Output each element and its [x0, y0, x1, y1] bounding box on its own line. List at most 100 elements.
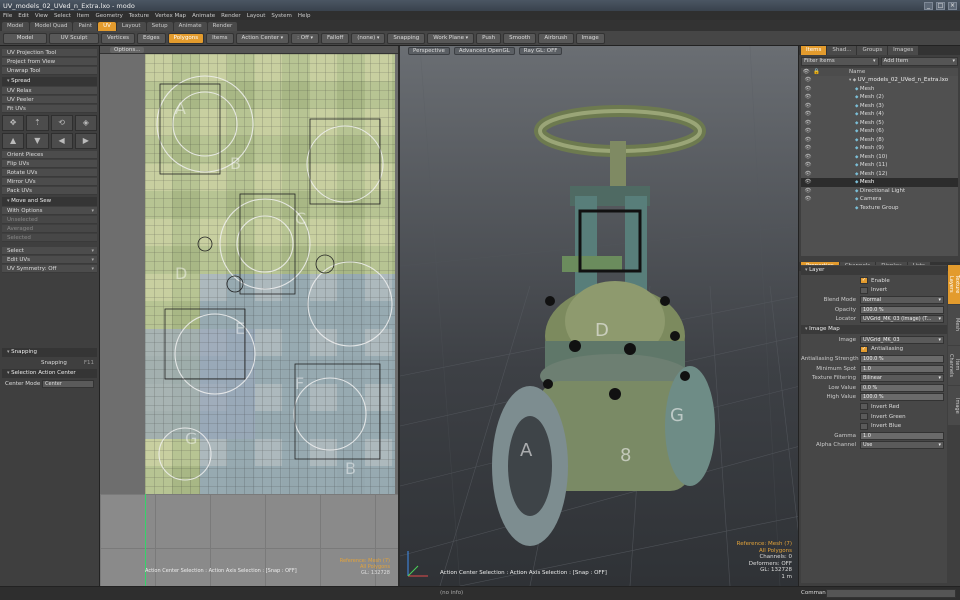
- tab-render[interactable]: Render: [207, 22, 238, 31]
- menu-layout[interactable]: Layout: [247, 13, 266, 19]
- list-item[interactable]: 👁Mesh (3): [801, 102, 958, 111]
- arrow-up-icon[interactable]: ▲: [2, 133, 25, 149]
- pack-uvs[interactable]: Pack UVs: [2, 187, 97, 195]
- invert-red-checkbox[interactable]: [860, 403, 868, 411]
- list-item[interactable]: 👁Mesh (10): [801, 153, 958, 162]
- action-center-mode[interactable]: : Off: [291, 32, 319, 44]
- side-tab-mesh[interactable]: Mesh: [948, 305, 960, 345]
- push-button[interactable]: Push: [476, 32, 502, 44]
- tab-uv[interactable]: UV: [98, 22, 116, 31]
- menu-vertex-map[interactable]: Vertex Map: [155, 13, 186, 19]
- snapping-row[interactable]: Snapping F11: [2, 358, 97, 367]
- perspective-dropdown[interactable]: Perspective: [408, 46, 450, 55]
- side-tab-image[interactable]: Image: [948, 385, 960, 425]
- list-item[interactable]: Texture Group: [801, 204, 958, 213]
- gamma-field[interactable]: 1.0: [860, 431, 944, 440]
- airbrush-button[interactable]: Airbrush: [538, 32, 574, 44]
- work-plane-dropdown[interactable]: Work Plane: [427, 32, 475, 44]
- name-column-header[interactable]: Name: [849, 68, 865, 76]
- side-tab-texture-layers[interactable]: Texture Layers: [948, 265, 960, 305]
- image-button[interactable]: Image: [575, 32, 605, 44]
- layer-section-header[interactable]: Layer: [801, 266, 947, 275]
- move-and-sew-header[interactable]: Move and Sew: [2, 197, 97, 206]
- snapping-button[interactable]: Snapping: [387, 32, 426, 44]
- list-item[interactable]: 👁Mesh (4): [801, 110, 958, 119]
- valve-model[interactable]: D A G 8: [492, 105, 715, 546]
- tab-animate[interactable]: Animate: [173, 22, 207, 31]
- alpha-channel-dropdown[interactable]: Use: [860, 441, 944, 450]
- uv-relax[interactable]: UV Relax: [2, 87, 97, 95]
- rotate-uv-icon[interactable]: ⟲: [50, 115, 73, 131]
- edit-uvs-dropdown[interactable]: Edit UVs: [2, 256, 97, 264]
- blend-mode-dropdown[interactable]: Normal: [860, 295, 944, 304]
- tab-setup[interactable]: Setup: [146, 22, 173, 31]
- mirror-uvs[interactable]: Mirror UVs: [2, 178, 97, 186]
- items-button[interactable]: Items: [206, 32, 234, 44]
- fit-uvs[interactable]: Fit UVs: [2, 105, 97, 113]
- uv-peeler[interactable]: UV Peeler: [2, 96, 97, 104]
- unwrap-tool[interactable]: Unwrap Tool: [2, 67, 97, 75]
- enable-checkbox[interactable]: ✓: [860, 277, 868, 285]
- side-tab-item-channels[interactable]: Item Channels: [948, 345, 960, 385]
- texture-filtering-dropdown[interactable]: Bilinear: [860, 374, 944, 383]
- uv-editor-viewport[interactable]: Options... A B C D E F G B Action Center…: [100, 46, 398, 586]
- smooth-button[interactable]: Smooth: [503, 32, 537, 44]
- menu-texture[interactable]: Texture: [129, 13, 149, 19]
- advanced-opengl-dropdown[interactable]: Advanced OpenGL: [453, 46, 515, 55]
- menu-edit[interactable]: Edit: [18, 13, 29, 19]
- tab-layout[interactable]: Layout: [116, 22, 146, 31]
- maximize-button[interactable]: □: [936, 1, 945, 10]
- tab-paint[interactable]: Paint: [73, 22, 98, 31]
- edges-button[interactable]: Edges: [136, 32, 166, 44]
- minimize-button[interactable]: _: [924, 1, 933, 10]
- orient-pieces[interactable]: Orient Pieces: [2, 151, 97, 159]
- uv-symmetry-dropdown[interactable]: UV Symmetry: Off: [2, 265, 97, 273]
- with-options-dropdown[interactable]: With Options: [2, 207, 97, 215]
- list-item[interactable]: 👁UV_models_02_UVed_n_Extra.lxo: [801, 76, 958, 85]
- tab-items[interactable]: Items: [801, 46, 827, 55]
- rotate-uvs[interactable]: Rotate UVs: [2, 169, 97, 177]
- menu-item[interactable]: Item: [77, 13, 90, 19]
- list-item[interactable]: 👁Mesh (8): [801, 136, 958, 145]
- move-uv-icon[interactable]: ⇡: [26, 115, 49, 131]
- tab-model[interactable]: Model: [2, 22, 29, 31]
- project-from-view[interactable]: Project from View: [2, 58, 97, 66]
- menu-system[interactable]: System: [271, 13, 292, 19]
- arrow-down-icon[interactable]: ▼: [26, 133, 49, 149]
- tab-images[interactable]: Images: [888, 46, 919, 55]
- action-center-dropdown[interactable]: Action Center: [235, 32, 290, 44]
- low-value-field[interactable]: 0.0 %: [860, 383, 944, 392]
- tab-model-quad[interactable]: Model Quad: [29, 22, 73, 31]
- list-item[interactable]: 👁Mesh (12): [801, 170, 958, 179]
- minimum-spot-field[interactable]: 1.0: [860, 364, 944, 373]
- locator-dropdown[interactable]: UVGrid_MK_03 (Image) (T...: [860, 315, 944, 324]
- menu-select[interactable]: Select: [54, 13, 71, 19]
- antialiasing-checkbox[interactable]: ✓: [860, 345, 868, 353]
- list-item[interactable]: 👁Mesh (6): [801, 127, 958, 136]
- opacity-field[interactable]: 100.0 %: [860, 305, 944, 314]
- menu-geometry[interactable]: Geometry: [95, 13, 122, 19]
- image-map-section-header[interactable]: Image Map: [801, 324, 947, 334]
- flip-uvs[interactable]: Flip UVs: [2, 160, 97, 168]
- polygons-button[interactable]: Polygons: [167, 32, 205, 44]
- ray-gl-toggle[interactable]: Ray GL: OFF: [518, 46, 563, 55]
- center-mode-dropdown[interactable]: Center: [42, 379, 94, 388]
- tab-shader[interactable]: Shad...: [827, 46, 857, 55]
- invert-blue-checkbox[interactable]: [860, 422, 868, 430]
- falloff-button[interactable]: Falloff: [321, 32, 350, 44]
- invert-green-checkbox[interactable]: [860, 413, 868, 421]
- add-item-dropdown[interactable]: Add Item: [880, 57, 958, 66]
- viewport-scene[interactable]: D A G 8: [400, 46, 798, 586]
- uv-projection-tool[interactable]: UV Projection Tool: [2, 49, 97, 57]
- list-item[interactable]: 👁Mesh (9): [801, 144, 958, 153]
- list-item[interactable]: 👁Directional Light: [801, 187, 958, 196]
- model-button[interactable]: Model: [3, 32, 47, 44]
- select-dropdown[interactable]: Select: [2, 247, 97, 255]
- list-item[interactable]: 👁Camera: [801, 195, 958, 204]
- invert-checkbox[interactable]: [860, 286, 868, 294]
- spread-header[interactable]: Spread: [2, 77, 97, 86]
- uv-options-button[interactable]: Options...: [110, 47, 145, 53]
- menu-help[interactable]: Help: [298, 13, 311, 19]
- menu-render[interactable]: Render: [221, 13, 241, 19]
- high-value-field[interactable]: 100.0 %: [860, 393, 944, 402]
